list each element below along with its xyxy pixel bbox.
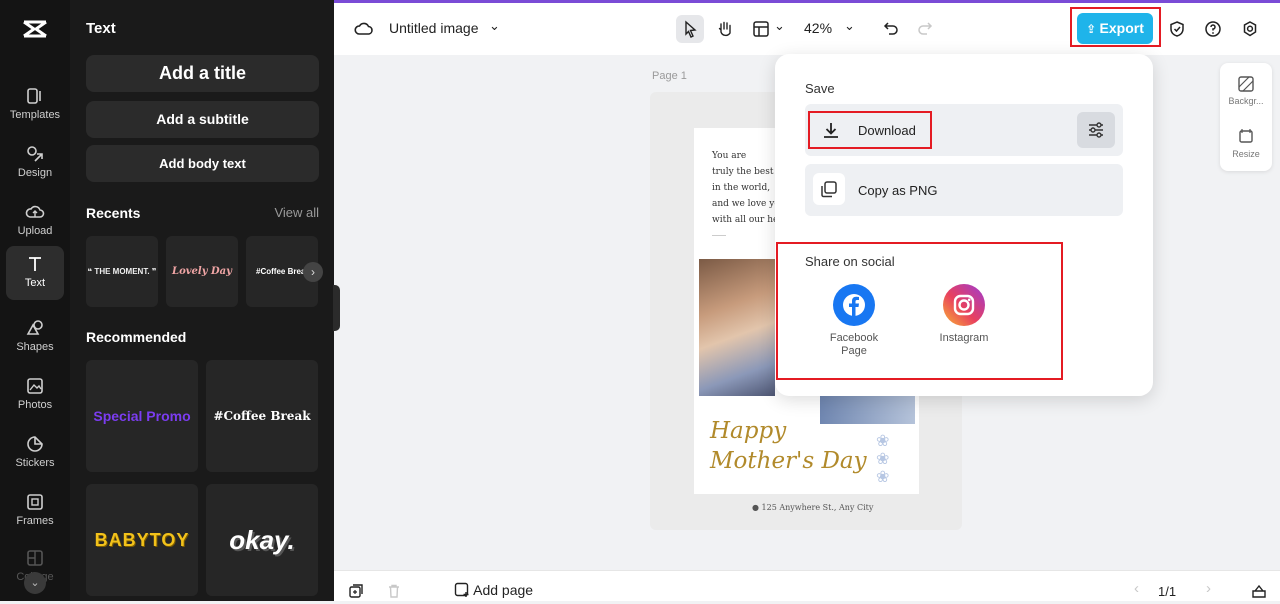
rail-photos[interactable]: Photos (6, 368, 64, 422)
divider (712, 235, 726, 236)
chevron-right-icon[interactable]: › (1206, 580, 1211, 597)
happy-mothers-day-text[interactable]: Happy Mother's Day (710, 416, 867, 476)
photos-icon (25, 376, 45, 396)
add-page-button[interactable]: Add page (454, 582, 533, 598)
add-page-label: Add page (473, 582, 534, 598)
hand-icon[interactable] (715, 19, 735, 43)
copy-icon (813, 173, 845, 205)
share-highlight-box (776, 242, 1063, 380)
background-label[interactable]: Backgr... (1220, 96, 1272, 106)
zoom-level[interactable]: 42% (804, 20, 832, 36)
rail-design[interactable]: Design (6, 136, 64, 190)
select-tool-button[interactable] (676, 15, 704, 43)
download-settings-button[interactable] (1077, 112, 1115, 148)
save-section-label: Save (805, 81, 835, 96)
chevron-left-icon[interactable]: ‹ (1134, 580, 1139, 597)
shield-icon[interactable] (1168, 20, 1186, 42)
copy-as-png-label: Copy as PNG (858, 183, 938, 198)
chevron-down-icon[interactable]: ⌄ (24, 572, 46, 594)
sliders-icon (1089, 122, 1103, 138)
rail-stickers[interactable]: Stickers (6, 426, 64, 480)
text-icon (25, 254, 45, 274)
rail-label: Text (24, 277, 46, 289)
recommended-title: Recommended (86, 329, 187, 345)
capcut-logo[interactable] (20, 14, 50, 44)
page-count: 1/1 (1158, 584, 1177, 599)
rail-shapes[interactable]: Shapes (6, 310, 64, 364)
stickers-icon (25, 434, 45, 454)
background-icon[interactable] (1237, 75, 1255, 95)
rail-label: Templates (9, 109, 61, 121)
add-title-button[interactable]: Add a title (86, 55, 319, 92)
rail-upload[interactable]: Upload (6, 194, 64, 248)
export-highlight-box (1070, 7, 1161, 47)
rail-frames[interactable]: Frames (6, 484, 64, 538)
rail-label: Design (17, 167, 53, 179)
rail-text[interactable]: Text (6, 246, 64, 300)
recommended-text-template[interactable]: okay. (206, 484, 318, 596)
recommended-text-template[interactable]: BABYTOY (86, 484, 198, 596)
redo-icon[interactable] (916, 19, 934, 41)
page-label: Page 1 (652, 70, 687, 82)
rail-label: Stickers (15, 457, 55, 469)
pointer-icon (685, 20, 697, 38)
recents-title: Recents (86, 205, 141, 221)
panel-collapse-handle[interactable] (333, 285, 340, 331)
address-text[interactable]: ● 125 Anywhere St., Any City (752, 503, 873, 512)
location-pin-icon: ● (752, 503, 762, 512)
gear-icon[interactable] (1241, 20, 1259, 42)
upload-icon (25, 202, 45, 222)
rail-label: Upload (17, 225, 53, 237)
add-subtitle-button[interactable]: Add a subtitle (86, 101, 319, 138)
document-title[interactable]: Untitled image (389, 20, 479, 36)
chevron-down-icon[interactable]: ⌄ (774, 18, 785, 34)
undo-icon[interactable] (882, 19, 900, 41)
text-panel: Text Add a title Add a subtitle Add body… (70, 0, 334, 601)
templates-icon (25, 86, 45, 106)
download-highlight-box (808, 111, 932, 149)
chevron-right-icon[interactable]: › (303, 262, 323, 282)
cloud-icon[interactable] (354, 20, 374, 42)
recent-text-template[interactable]: ❝ THE MOMENT. ❞ (86, 236, 158, 307)
mother-daughter-photo[interactable] (699, 259, 775, 396)
bottom-bar: Add page ‹ 1/1 › (334, 570, 1280, 601)
poem-text[interactable]: You are truly the best in the world, and… (712, 148, 780, 228)
copy-as-png-option[interactable]: Copy as PNG (805, 164, 1123, 216)
design-icon (25, 144, 45, 164)
add-page-icon (454, 582, 470, 598)
panel-title: Text (86, 20, 116, 37)
recommended-text-template[interactable]: Special Promo (86, 360, 198, 472)
recommended-text-template[interactable]: #Coffee Break (206, 360, 318, 472)
help-icon[interactable] (1204, 20, 1222, 42)
right-mini-panel: Backgr... Resize (1220, 63, 1272, 171)
rail-label: Photos (17, 399, 53, 411)
flower-icon[interactable]: ❀ ❀ ❀ (876, 433, 894, 489)
chevron-down-icon[interactable]: ⌄ (844, 18, 855, 34)
view-all-link[interactable]: View all (274, 205, 319, 220)
recent-text-template[interactable]: Lovely Day (166, 236, 238, 307)
shapes-icon (25, 318, 45, 338)
chevron-down-icon[interactable]: ⌄ (489, 18, 500, 34)
layout-icon[interactable] (752, 20, 770, 42)
rail-label: Frames (16, 515, 54, 527)
resize-label[interactable]: Resize (1220, 149, 1272, 159)
left-rail: Templates Design Upload Text Shapes Phot… (0, 0, 70, 601)
collage-icon (25, 548, 45, 568)
resize-icon[interactable] (1237, 127, 1255, 147)
frames-icon (25, 492, 45, 512)
address-value: 125 Anywhere St., Any City (761, 503, 874, 512)
add-body-text-button[interactable]: Add body text (86, 145, 319, 182)
rail-templates[interactable]: Templates (6, 78, 64, 132)
rail-label: Shapes (16, 341, 54, 353)
